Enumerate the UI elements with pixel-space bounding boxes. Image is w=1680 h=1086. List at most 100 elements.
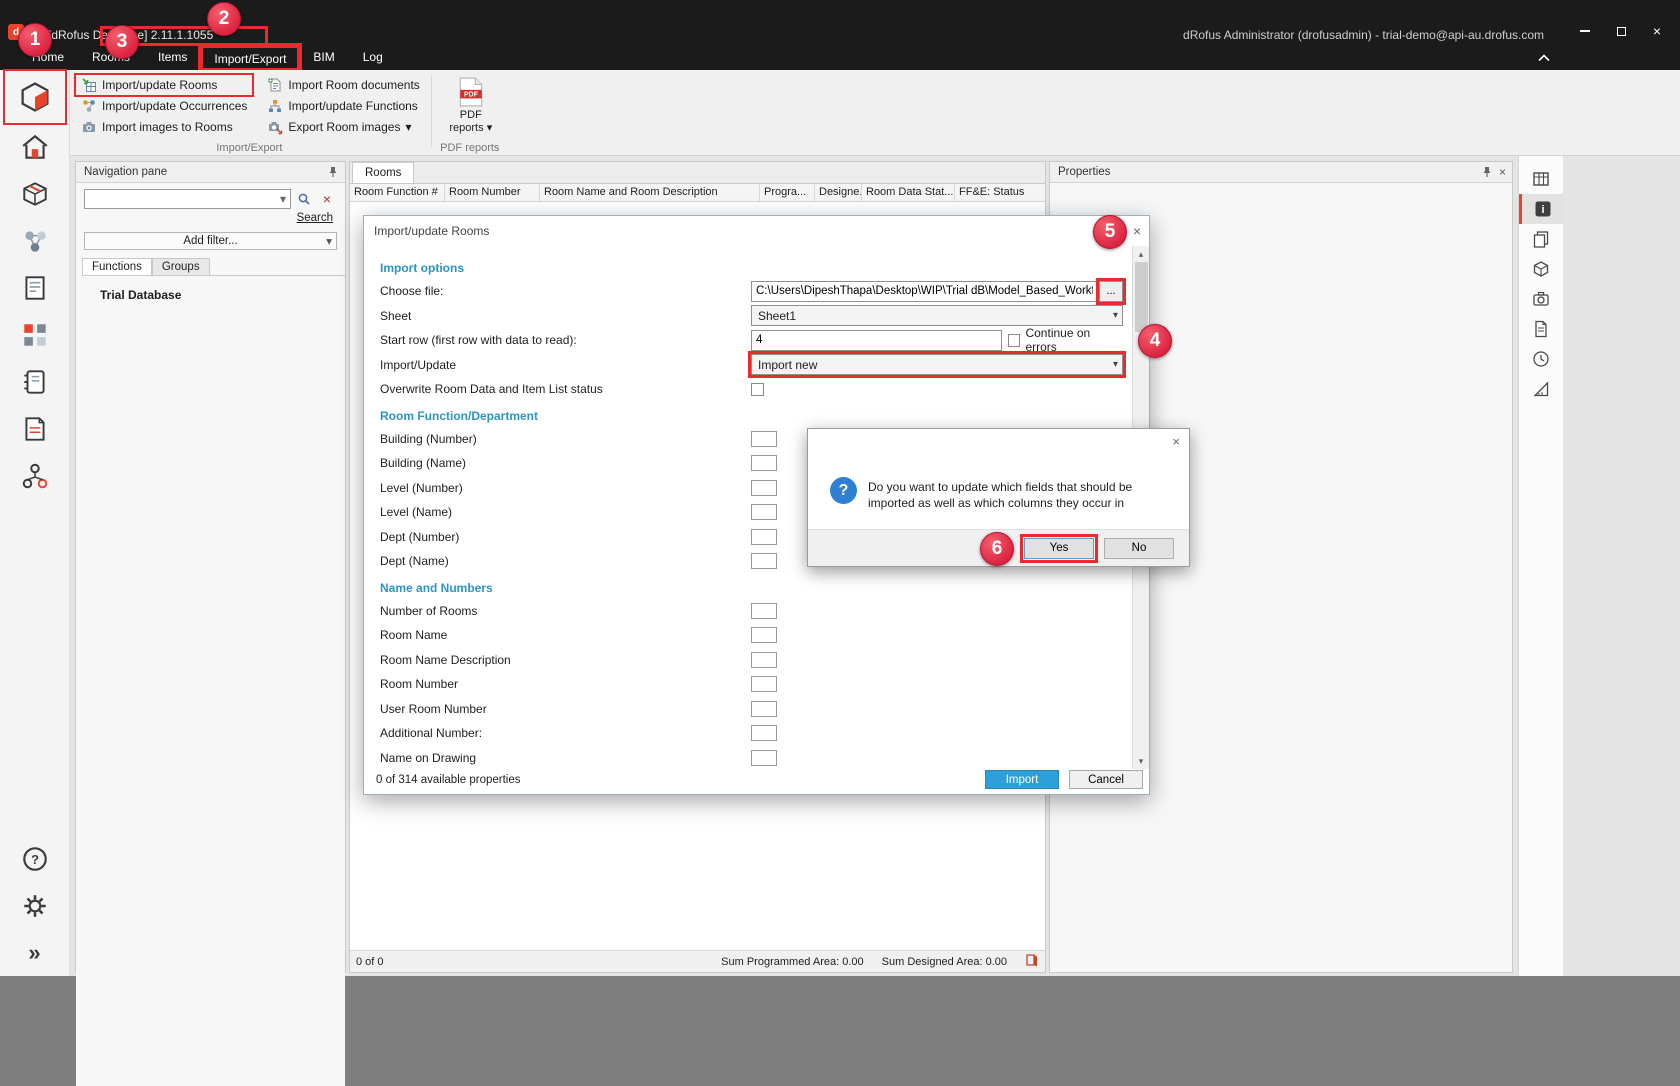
import-update-rooms-button[interactable]: Import/update Rooms (76, 75, 252, 95)
field-label: Room Name Description (380, 653, 751, 667)
sidebar-item-systems[interactable] (5, 358, 65, 405)
search-icon[interactable] (294, 189, 314, 209)
close-button[interactable]: × (1642, 20, 1672, 42)
column-programmed[interactable]: Progra... (760, 184, 815, 201)
overwrite-checkbox[interactable] (751, 383, 764, 396)
field-label: Additional Number: (380, 726, 751, 740)
sidebar-item-logbook[interactable] (5, 405, 65, 452)
clock-icon (1531, 349, 1551, 369)
yes-button[interactable]: Yes (1024, 538, 1094, 559)
import-update-occurrences-button[interactable]: Import/update Occurrences (76, 96, 252, 116)
documents-button[interactable] (1519, 314, 1563, 344)
sidebar-item-reports[interactable] (5, 311, 65, 358)
column-mapping-input[interactable] (751, 553, 777, 569)
column-room-name[interactable]: Room Name and Room Description (540, 184, 760, 201)
search-input[interactable]: ▾ (84, 189, 291, 209)
import-room-documents-button[interactable]: Import Room documents (262, 75, 424, 95)
info-button[interactable]: i (1519, 194, 1563, 224)
door-icon[interactable] (1025, 953, 1039, 970)
start-row-input[interactable] (751, 330, 1002, 351)
column-mapping-input[interactable] (751, 725, 777, 741)
column-ffe-status[interactable]: FF&E: Status (955, 184, 1043, 201)
sheet-select[interactable]: Sheet1 ▾ (751, 305, 1123, 326)
pdf-reports-button[interactable]: PDF PDF reports ▾ (440, 75, 502, 134)
checkbox[interactable] (1008, 334, 1021, 347)
column-mapping-input[interactable] (751, 603, 777, 619)
pin-icon[interactable] (1481, 166, 1493, 178)
images-button[interactable] (1519, 284, 1563, 314)
annotation-badge: 4 (1138, 324, 1172, 358)
properties-grid-button[interactable] (1519, 164, 1563, 194)
continue-on-errors-checkbox[interactable]: Continue on errors (1008, 326, 1123, 354)
column-mapping-input[interactable] (751, 504, 777, 520)
tab-log[interactable]: Log (349, 46, 397, 70)
measure-button[interactable] (1519, 374, 1563, 404)
clear-search-icon[interactable]: × (317, 189, 337, 209)
column-designed[interactable]: Designe... (815, 184, 862, 201)
cancel-button[interactable]: Cancel (1069, 770, 1143, 789)
column-mapping-input[interactable] (751, 529, 777, 545)
window-user-info: dRofus Administrator (drofusadmin) - tri… (1183, 28, 1544, 42)
column-mapping-input[interactable] (751, 701, 777, 717)
column-room-data-status[interactable]: Room Data Stat... (862, 184, 955, 201)
sidebar-item-occurrences[interactable] (5, 217, 65, 264)
column-mapping-input[interactable] (751, 627, 777, 643)
scroll-down-icon[interactable]: ▾ (1133, 753, 1149, 769)
column-mapping-input[interactable] (751, 480, 777, 496)
export-room-images-button[interactable]: Export Room images ▾ (262, 117, 424, 137)
search-link[interactable]: Search (76, 212, 333, 224)
import-update-functions-button[interactable]: Import/update Functions (262, 96, 424, 116)
sidebar-item-items[interactable] (5, 170, 65, 217)
close-icon[interactable]: × (1133, 223, 1141, 239)
tab-import-export[interactable]: Import/Export (201, 46, 299, 70)
button-label: Import/update Rooms (102, 78, 217, 92)
chevron-down-icon: ▾ (280, 192, 286, 206)
close-icon[interactable]: × (1172, 434, 1180, 449)
chevron-down-icon: ▾ (1113, 310, 1118, 321)
minimize-button[interactable] (1570, 20, 1600, 42)
import-button[interactable]: Import (985, 770, 1059, 789)
history-button[interactable] (1519, 344, 1563, 374)
import-update-select[interactable]: Import new ▾ (751, 354, 1123, 375)
sidebar-item-room-list[interactable] (5, 123, 65, 170)
column-mapping-input[interactable] (751, 676, 777, 692)
column-mapping-input[interactable] (751, 652, 777, 668)
column-room-number[interactable]: Room Number (445, 184, 540, 201)
help-button[interactable]: ? (5, 835, 65, 882)
import-images-to-rooms-button[interactable]: Import images to Rooms (76, 117, 252, 137)
collapse-ribbon-icon[interactable] (1538, 54, 1550, 62)
org-chart-icon (20, 461, 50, 491)
tab-functions[interactable]: Functions (82, 258, 152, 275)
copies-button[interactable] (1519, 224, 1563, 254)
sidebar-item-documents[interactable] (5, 264, 65, 311)
button-label: Export Room images (288, 120, 400, 134)
field-label: Dept (Number) (380, 530, 751, 544)
svg-text:PDF: PDF (464, 92, 478, 99)
settings-button[interactable] (5, 882, 65, 929)
browse-button[interactable]: ... (1099, 281, 1123, 302)
tab-rooms-document[interactable]: Rooms (352, 162, 414, 183)
no-button[interactable]: No (1104, 538, 1174, 559)
pin-icon[interactable] (327, 166, 339, 178)
expand-sidebar-button[interactable]: » (5, 929, 65, 976)
tab-items[interactable]: Items (144, 46, 201, 70)
close-icon[interactable]: × (1499, 165, 1506, 179)
column-mapping-input[interactable] (751, 431, 777, 447)
column-mapping-input[interactable] (751, 455, 777, 471)
column-room-function[interactable]: Room Function # (350, 184, 445, 201)
sidebar-item-rooms-module[interactable] (5, 71, 65, 123)
model-button[interactable] (1519, 254, 1563, 284)
rooms-table-header: Room Function # Room Number Room Name an… (350, 184, 1045, 202)
sidebar-item-organization[interactable] (5, 452, 65, 499)
choose-file-input[interactable] (751, 281, 1098, 302)
tab-groups[interactable]: Groups (152, 258, 210, 275)
add-filter-dropdown[interactable]: Add filter... ▾ (84, 232, 337, 250)
maximize-button[interactable] (1606, 20, 1636, 42)
tab-bim[interactable]: BIM (299, 46, 348, 70)
pdf-icon: PDF (458, 77, 484, 107)
tree-item-trial-database[interactable]: Trial Database (100, 288, 181, 302)
button-label: Import/update Occurrences (102, 99, 247, 113)
scroll-up-icon[interactable]: ▴ (1133, 246, 1149, 262)
scrollbar-thumb[interactable] (1135, 262, 1148, 332)
column-mapping-input[interactable] (751, 750, 777, 766)
